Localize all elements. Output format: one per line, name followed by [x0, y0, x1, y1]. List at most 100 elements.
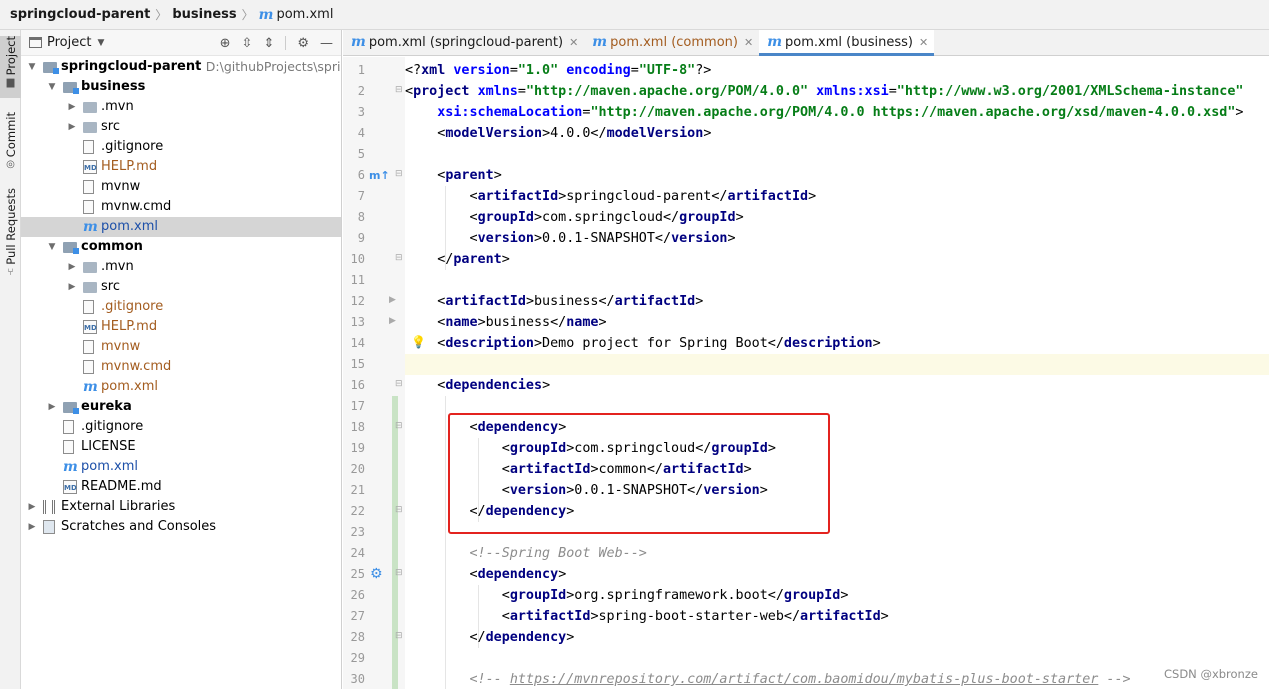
spring-bean-icon[interactable]: ⚙	[370, 566, 383, 582]
tool-window-project-label: Project	[3, 36, 18, 76]
line-number: 8	[357, 210, 365, 224]
tree-row[interactable]: mvnw	[21, 177, 341, 197]
code-token: parent	[445, 168, 494, 183]
project-view-selector[interactable]: Project	[47, 35, 91, 50]
tool-window-project-button[interactable]: Project ▆	[0, 36, 21, 98]
tree-row[interactable]: ▶ .mvn	[21, 257, 341, 277]
breadcrumb-item-root[interactable]: springcloud-parent	[10, 7, 150, 22]
code-token: <	[405, 84, 414, 99]
tree-row[interactable]: ▶ External Libraries	[21, 497, 341, 517]
fold-marker-icon[interactable]: ⊟	[395, 379, 403, 389]
tree-item-label: src	[101, 279, 120, 294]
breadcrumb-item-file[interactable]: pom.xml	[276, 7, 333, 22]
code-token: <	[405, 588, 510, 603]
tree-row[interactable]: mvnw.cmd	[21, 197, 341, 217]
editor-tab[interactable]: m pom.xml (springcloud-parent) ✕	[343, 30, 584, 55]
fold-marker-icon[interactable]: ⊟	[395, 85, 403, 95]
line-number: 2	[357, 84, 365, 98]
line-number: 9	[357, 231, 365, 245]
collapse-all-icon[interactable]: ⇕	[263, 36, 274, 51]
code-line	[405, 354, 1269, 375]
tree-item-label: .gitignore	[101, 299, 164, 314]
locate-file-icon[interactable]: ⊕	[220, 36, 231, 51]
tree-row[interactable]: mvnw.cmd	[21, 357, 341, 377]
line-number: 23	[350, 525, 365, 539]
editor-gutter: 1 2 ⊟ 3 4 5 6 ⊟ 7 8 9 10 ⊟ 11 12 ▶ 13 ▶ 14 15 16 ⊟ 17 18 ⊟ 19 20 21…	[343, 57, 405, 689]
chevron-right-icon[interactable]: ▶	[67, 257, 77, 277]
tree-row[interactable]: ▼ business	[21, 77, 341, 97]
line-number: 5	[357, 147, 365, 161]
fold-collapsed-icon[interactable]: ▶	[389, 295, 396, 305]
override-parent-icon[interactable]: m↑	[369, 169, 390, 182]
tree-row[interactable]: m pom.xml	[21, 217, 341, 237]
tree-row[interactable]: ▶ Scratches and Consoles	[21, 517, 341, 537]
tree-item-label: src	[101, 119, 120, 134]
code-line: <!--Spring Boot Web-->	[405, 543, 647, 564]
tree-row[interactable]: mvnw	[21, 337, 341, 357]
tree-row[interactable]: m pom.xml	[21, 377, 341, 397]
fold-collapsed-icon[interactable]: ▶	[389, 316, 396, 326]
chevron-right-icon[interactable]: ▶	[47, 397, 57, 417]
tree-row[interactable]: MD HELP.md	[21, 157, 341, 177]
code-token: >Demo project for Spring Boot</	[534, 336, 784, 351]
chevron-right-icon[interactable]: ▶	[67, 117, 77, 137]
code-token: >	[840, 588, 849, 603]
fold-marker-icon[interactable]: ⊟	[395, 568, 403, 578]
tree-row[interactable]: ▶ eureka	[21, 397, 341, 417]
code-token: >	[872, 336, 881, 351]
tool-window-commit-button[interactable]: Commit ◎	[0, 112, 21, 174]
chevron-down-icon[interactable]: ▼	[47, 77, 57, 97]
tree-row[interactable]: .gitignore	[21, 417, 341, 437]
chevron-down-icon[interactable]: ▼	[27, 57, 37, 77]
tree-row[interactable]: .gitignore	[21, 137, 341, 157]
code-area[interactable]: <?xml version="1.0" encoding="UTF-8"?> <p…	[405, 57, 1269, 689]
fold-marker-icon[interactable]: ⊟	[395, 505, 403, 515]
chevron-right-icon[interactable]: ▶	[67, 97, 77, 117]
line-number: 27	[350, 609, 365, 623]
tree-row[interactable]: ▼ springcloud-parent D:\githubProjects\spr…	[21, 57, 341, 77]
code-token: >business</	[477, 315, 567, 330]
tree-item-label: LICENSE	[81, 439, 136, 454]
minimize-icon[interactable]: —	[320, 36, 333, 51]
close-icon[interactable]: ✕	[744, 36, 753, 49]
tree-row[interactable]: .gitignore	[21, 297, 341, 317]
tree-row[interactable]: LICENSE	[21, 437, 341, 457]
fold-marker-icon[interactable]: ⊟	[395, 631, 403, 641]
tree-row[interactable]: ▼ common	[21, 237, 341, 257]
code-token: >	[566, 630, 575, 645]
tree-item-label: mvnw	[101, 179, 141, 194]
editor-tab-label: pom.xml (springcloud-parent)	[368, 34, 564, 50]
tree-row[interactable]: m pom.xml	[21, 457, 341, 477]
tree-row[interactable]: ▶ src	[21, 117, 341, 137]
close-icon[interactable]: ✕	[919, 36, 928, 49]
chevron-down-icon[interactable]: ▼	[47, 237, 57, 257]
tree-item-label: .gitignore	[81, 419, 144, 434]
editor-tab[interactable]: m pom.xml (business) ✕	[759, 30, 935, 56]
code-token: >	[880, 609, 889, 624]
code-token: "http://www.w3.org/2001/XMLSchema-instan…	[896, 84, 1244, 99]
tree-row[interactable]: MD README.md	[21, 477, 341, 497]
line-number: 17	[350, 399, 365, 413]
expand-all-icon[interactable]: ⇳	[242, 36, 253, 51]
tree-row[interactable]: ▶ src	[21, 277, 341, 297]
gear-icon[interactable]: ⚙	[297, 36, 309, 51]
tree-row[interactable]: ▶ .mvn	[21, 97, 341, 117]
editor-tab[interactable]: m pom.xml (common) ✕	[584, 30, 759, 55]
code-token: name	[566, 315, 599, 330]
fold-marker-icon[interactable]: ⊟	[395, 421, 403, 431]
close-icon[interactable]: ✕	[569, 36, 578, 49]
fold-marker-icon[interactable]: ⊟	[395, 253, 403, 263]
chevron-right-icon[interactable]: ▶	[27, 497, 37, 517]
chevron-right-icon[interactable]: ▶	[27, 517, 37, 537]
tree-item-label: springcloud-parent	[61, 59, 202, 74]
tool-window-pull-requests-button[interactable]: Pull Requests ⑂	[0, 188, 21, 284]
chevron-down-icon[interactable]: ▼	[97, 38, 104, 48]
chevron-right-icon[interactable]: ▶	[67, 277, 77, 297]
breadcrumb-item-module[interactable]: business	[172, 7, 236, 22]
lightbulb-icon[interactable]: 💡	[411, 335, 426, 349]
code-token: >springcloud-parent</	[558, 189, 728, 204]
fold-marker-icon[interactable]: ⊟	[395, 169, 403, 179]
tree-row[interactable]: MD HELP.md	[21, 317, 341, 337]
